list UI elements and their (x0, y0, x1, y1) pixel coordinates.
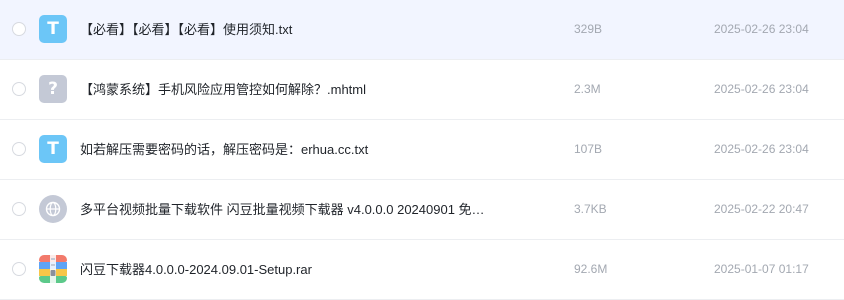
unknown-file-icon: ? (39, 75, 67, 103)
file-name[interactable]: 【鸿蒙系统】手机风险应用管控如何解除？.mhtml (80, 60, 520, 119)
file-list: T 【必看】【必看】【必看】使用须知.txt 329B 2025-02-26 2… (0, 0, 844, 300)
file-size: 92.6M (574, 262, 608, 276)
file-size: 107B (574, 142, 603, 156)
rar-archive-icon (39, 255, 67, 283)
row-checkbox[interactable] (12, 202, 26, 216)
file-row[interactable]: T 如若解压需要密码的话，解压密码是：erhua.cc.txt 107B 202… (0, 120, 844, 180)
file-row[interactable]: T 【必看】【必看】【必看】使用须知.txt 329B 2025-02-26 2… (0, 0, 844, 60)
file-date: 2025-02-26 23:04 (714, 22, 809, 36)
web-link-icon (39, 195, 67, 223)
file-row[interactable]: 多平台视频批量下载软件 闪豆批量视频下载器 v4.0.0.0 20240901 … (0, 180, 844, 240)
file-date: 2025-01-07 01:17 (714, 262, 809, 276)
txt-file-icon: T (39, 15, 67, 43)
file-size: 3.7KB (574, 202, 607, 216)
txt-file-icon: T (39, 135, 67, 163)
row-checkbox[interactable] (12, 82, 26, 96)
file-name[interactable]: 多平台视频批量下载软件 闪豆批量视频下载器 v4.0.0.0 20240901 … (80, 180, 520, 239)
file-date: 2025-02-22 20:47 (714, 202, 809, 216)
file-row[interactable]: ? 【鸿蒙系统】手机风险应用管控如何解除？.mhtml 2.3M 2025-02… (0, 60, 844, 120)
row-checkbox[interactable] (12, 142, 26, 156)
file-name[interactable]: 闪豆下载器4.0.0.0-2024.09.01-Setup.rar (80, 240, 520, 299)
file-name[interactable]: 如若解压需要密码的话，解压密码是：erhua.cc.txt (80, 120, 520, 179)
file-size: 329B (574, 22, 603, 36)
row-checkbox[interactable] (12, 22, 26, 36)
file-date: 2025-02-26 23:04 (714, 82, 809, 96)
file-name[interactable]: 【必看】【必看】【必看】使用须知.txt (80, 0, 520, 59)
file-row[interactable]: 闪豆下载器4.0.0.0-2024.09.01-Setup.rar 92.6M … (0, 240, 844, 300)
file-size: 2.3M (574, 82, 601, 96)
file-date: 2025-02-26 23:04 (714, 142, 809, 156)
row-checkbox[interactable] (12, 262, 26, 276)
